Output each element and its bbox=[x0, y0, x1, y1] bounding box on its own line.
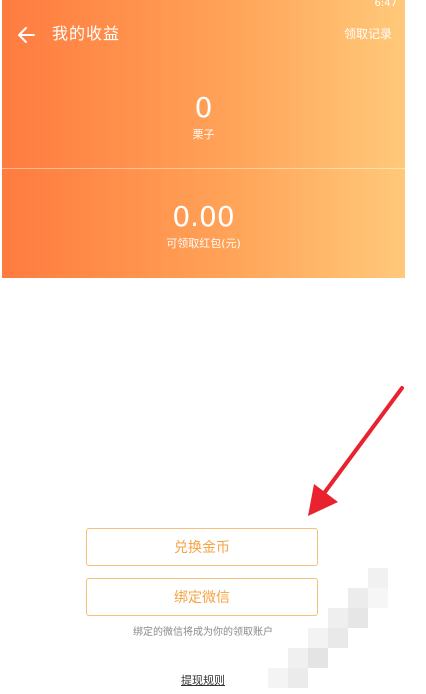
beans-label: 栗子 bbox=[192, 128, 215, 141]
arrow-left-icon bbox=[18, 27, 35, 43]
status-bar-time: 6:47 bbox=[374, 0, 397, 8]
beans-stat: 0 栗子 bbox=[2, 92, 405, 142]
beans-value: 0 bbox=[194, 91, 213, 124]
redpacket-label: 可领取红包(元) bbox=[166, 237, 241, 250]
redpacket-value: 0.00 bbox=[172, 200, 235, 233]
redpacket-stat: 0.00 可领取红包(元) bbox=[2, 201, 405, 251]
page-title: 我的收益 bbox=[52, 24, 121, 43]
back-button[interactable] bbox=[14, 22, 40, 48]
claim-records-link[interactable]: 领取记录 bbox=[344, 26, 392, 42]
header-divider bbox=[2, 168, 405, 169]
earnings-header: 6:47 我的收益 领取记录 0 栗子 0.00 可领取红包(元) bbox=[2, 0, 405, 278]
mosaic-overlay bbox=[268, 568, 388, 688]
annotation-arrow bbox=[308, 386, 404, 516]
